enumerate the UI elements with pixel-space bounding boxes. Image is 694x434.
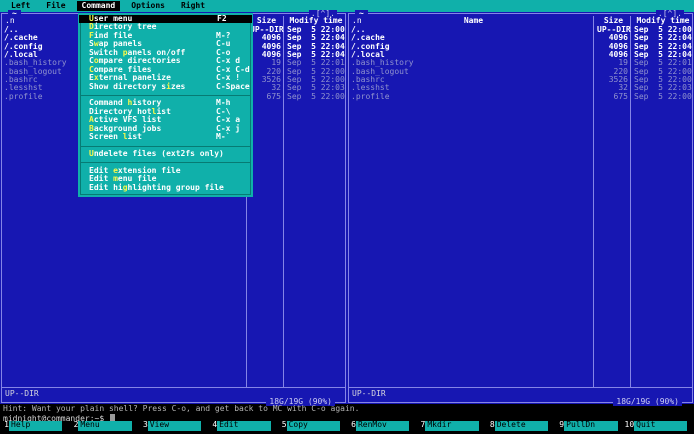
fkey-renmov[interactable]: 6 RenMov [347, 420, 416, 431]
menubar-item-file[interactable]: File [41, 1, 70, 11]
file-mtime: Sep 5 22:00 [287, 91, 345, 101]
fkey-mkdir[interactable]: 7 Mkdir [416, 420, 485, 431]
file-name: .bash_history [351, 59, 414, 68]
panel-right-free-space: 18G/19G (90%) [613, 397, 682, 406]
fkey-view[interactable]: 3 View [139, 420, 208, 431]
file-list: /.. UP--DIR Sep 5 22:00/.cache 4096 Sep 5 22… [349, 25, 692, 101]
hint-line: Hint: Want your plain shell? Press C-o, … [3, 404, 360, 413]
menu-item-shortcut: C-Space [216, 81, 250, 91]
fkey-help[interactable]: 1 Help [0, 420, 69, 431]
fkey-number: 4 [212, 420, 218, 429]
column-header-name[interactable]: Name [352, 16, 595, 25]
fkey-label: Quit [634, 421, 687, 431]
menu-bar: Left File Command Options Right [0, 0, 694, 12]
file-mtime: Sep 5 22:00 [634, 91, 692, 101]
file-size: 675 [613, 91, 628, 101]
fkey-label: Mkdir [425, 421, 479, 431]
menu-item-label: Show directory sizes [89, 81, 186, 91]
fkey-number: 9 [559, 420, 565, 429]
fkey-label: Help [9, 421, 63, 431]
menu-item-shortcut: F2 [217, 14, 227, 23]
menu-item-undelete-files-ext2fs-only-[interactable]: Undelete files (ext2fs only) [78, 149, 253, 158]
menu-item-label: Undelete files (ext2fs only) [89, 149, 224, 158]
menu-item-edit-highlighting-group-file[interactable]: Edit highlighting group file [78, 182, 253, 192]
fkey-label: Menu [78, 421, 132, 431]
fkey-menu[interactable]: 2 Menu [69, 420, 138, 431]
mini-status-separator [2, 387, 345, 388]
file-name: .bash_logout [351, 67, 409, 76]
fkey-label: Delete [494, 421, 549, 431]
fkey-number: 8 [489, 420, 495, 429]
mini-status: UP--DIR [5, 389, 39, 398]
command-menu-dropdown: User menu F2 Directory tree Find file M-? Swa… [78, 13, 253, 197]
fkey-delete[interactable]: 8 Delete [486, 420, 555, 431]
mini-status: UP--DIR [352, 389, 386, 398]
mini-status-separator [349, 387, 692, 388]
fkey-copy[interactable]: 5 Copy [278, 420, 347, 431]
menu-item-label: Screen list [89, 132, 142, 142]
menu-item-label: Edit highlighting group file [89, 182, 224, 192]
fkey-label: RenMov [355, 421, 410, 431]
fkey-edit[interactable]: 4 Edit [208, 420, 277, 431]
mc-screen: Left File Command Options Right ~ .[^]. 18G/… [0, 0, 694, 434]
panel-right: ~ .[^]. 18G/19G (90%) .n Name Size Modif… [347, 9, 694, 406]
menu-item-show-directory-sizes[interactable]: Show directory sizes C-Space [78, 81, 253, 91]
file-row[interactable]: .profile 675 Sep 5 22:00 [349, 91, 692, 101]
fkey-label: Copy [286, 421, 340, 431]
file-name: .lesshst [351, 84, 390, 93]
file-name: /.config [351, 42, 390, 51]
fkey-label: PullDn [564, 421, 618, 431]
file-size: 675 [266, 91, 281, 101]
menubar-item-right[interactable]: Right [176, 1, 210, 11]
fkey-number: 5 [281, 420, 287, 429]
fkey-quit[interactable]: 10 Quit [624, 420, 694, 431]
fkey-number: 7 [420, 420, 426, 429]
fkey-number: 3 [142, 420, 148, 429]
file-name: .profile [351, 92, 390, 101]
function-key-bar: 1 Help 2 Menu 3 View 4 Edit 5 Copy 6 RenMov 7 Mkdir 8 D… [0, 420, 694, 434]
fkey-pulldn[interactable]: 9 PullDn [555, 420, 624, 431]
fkey-number: 2 [73, 420, 79, 429]
file-name: .bashrc [351, 76, 385, 85]
menubar-item-options[interactable]: Options [126, 1, 170, 11]
fkey-number: 1 [4, 420, 9, 429]
menubar-item-command[interactable]: Command [76, 0, 121, 12]
file-name: /.cache [351, 34, 385, 43]
fkey-number: 10 [624, 420, 635, 429]
file-name: /.. [351, 26, 366, 34]
menu-item-shortcut: M-` [216, 132, 231, 142]
file-name: /.local [351, 51, 385, 60]
fkey-label: Edit [217, 421, 271, 431]
fkey-label: View [147, 421, 202, 431]
fkey-number: 6 [351, 420, 356, 429]
menu-item-screen-list[interactable]: Screen list M-` [78, 132, 253, 142]
